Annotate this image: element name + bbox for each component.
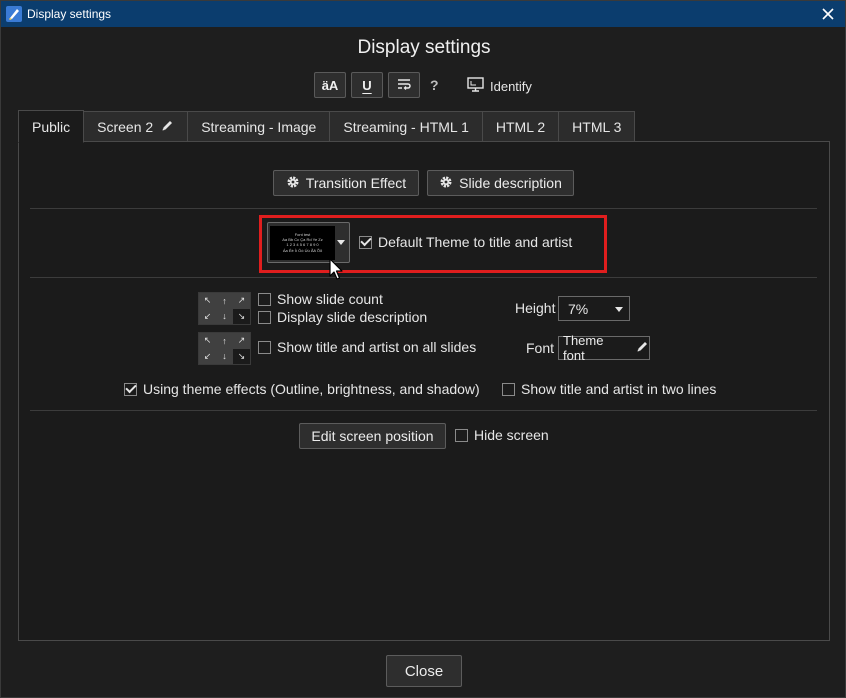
divider <box>30 410 817 411</box>
using-theme-effects-checkbox[interactable]: Using theme effects (Outline, brightness… <box>124 381 480 397</box>
checkbox-box[interactable] <box>502 382 515 396</box>
arrow-down-right-icon[interactable]: ↘ <box>233 308 250 324</box>
arrow-down-icon[interactable]: ↓ <box>216 348 233 364</box>
checkbox-box[interactable] <box>124 382 137 396</box>
height-select[interactable]: 7% <box>558 296 630 321</box>
transition-effect-label: Transition Effect <box>305 175 407 191</box>
slide-count-position-grid[interactable]: ↖ ↑ ↗ ↙ ↓ ↘ <box>198 292 251 325</box>
checkbox-box[interactable] <box>455 428 468 442</box>
edit-screen-position-label: Edit screen position <box>311 428 434 444</box>
identify-button[interactable]: Identify <box>467 77 532 95</box>
mouse-cursor-icon <box>329 258 343 285</box>
title-artist-two-lines-label: Show title and artist in two lines <box>521 381 717 397</box>
identify-label: Identify <box>490 78 532 94</box>
display-settings-window: Display settings Display settings äA U ?… <box>0 0 846 698</box>
checkbox-box[interactable] <box>258 292 271 306</box>
close-window-icon[interactable] <box>817 3 839 25</box>
monitor-icon <box>467 77 484 95</box>
tab-label: Streaming - Image <box>201 118 317 135</box>
tab-label: HTML 3 <box>572 118 622 135</box>
font-label: Font <box>526 340 555 356</box>
gear-icon <box>439 175 453 192</box>
display-slide-description-label: Display slide description <box>277 309 428 325</box>
title-artist-position-grid[interactable]: ↖ ↑ ↗ ↙ ↓ ↘ <box>198 332 251 365</box>
checkbox-box[interactable] <box>258 310 271 324</box>
height-label: Height <box>515 300 556 316</box>
close-button[interactable]: Close <box>386 655 462 687</box>
font-case-button[interactable]: äA <box>314 72 346 98</box>
gear-icon <box>286 175 300 192</box>
title-artist-two-lines-checkbox[interactable]: Show title and artist in two lines <box>502 381 716 397</box>
show-slide-count-checkbox[interactable]: Show slide count <box>258 291 383 307</box>
font-case-label: äA <box>321 77 339 93</box>
help-icon[interactable]: ? <box>430 77 439 93</box>
app-icon <box>6 6 22 22</box>
tab-label: Public <box>32 118 71 135</box>
height-value: 7% <box>568 300 589 317</box>
pencil-icon[interactable] <box>161 119 174 135</box>
title-bar: Display settings <box>1 1 845 27</box>
tab-streaming-html-1[interactable]: Streaming - HTML 1 <box>330 111 483 142</box>
display-slide-description-checkbox[interactable]: Display slide description <box>258 309 427 325</box>
show-title-artist-all-label: Show title and artist on all slides <box>277 339 477 355</box>
font-picker-button[interactable]: Theme font <box>558 333 650 363</box>
tab-screen-2[interactable]: Screen 2 <box>84 111 189 142</box>
checkbox-box[interactable] <box>258 340 271 354</box>
divider <box>30 208 817 209</box>
underline-label: U <box>362 77 372 93</box>
show-slide-count-label: Show slide count <box>277 291 383 307</box>
word-wrap-button[interactable] <box>388 72 420 98</box>
arrow-up-left-icon[interactable]: ↖ <box>199 293 216 309</box>
tab-public[interactable]: Public <box>18 110 85 143</box>
chevron-down-icon <box>615 307 623 312</box>
edit-screen-position-button[interactable]: Edit screen position <box>299 423 446 449</box>
arrow-up-right-icon[interactable]: ↗ <box>233 333 250 349</box>
slide-description-button[interactable]: Slide description <box>427 170 574 196</box>
font-value: Theme font <box>563 333 604 363</box>
tab-label: HTML 2 <box>495 118 546 135</box>
dialog-title: Display settings <box>357 37 491 58</box>
highlight-box <box>259 215 607 273</box>
tab-label: Screen 2 <box>97 118 154 135</box>
arrow-down-left-icon[interactable]: ↙ <box>199 308 216 324</box>
arrow-down-right-icon[interactable]: ↘ <box>233 348 250 364</box>
transition-effect-button[interactable]: Transition Effect <box>273 170 419 196</box>
close-label: Close <box>404 662 444 680</box>
pencil-icon <box>636 340 649 356</box>
divider <box>30 277 817 278</box>
tab-label: Streaming - HTML 1 <box>343 118 469 135</box>
arrow-up-right-icon[interactable]: ↗ <box>233 293 250 309</box>
arrow-up-left-icon[interactable]: ↖ <box>199 333 216 349</box>
using-theme-effects-label: Using theme effects (Outline, brightness… <box>143 381 480 397</box>
tab-html-3[interactable]: HTML 3 <box>559 111 636 142</box>
arrow-up-icon[interactable]: ↑ <box>216 333 233 349</box>
tab-bar: Public Screen 2 Streaming - Image Stream… <box>18 110 636 143</box>
tab-html-2[interactable]: HTML 2 <box>482 111 560 142</box>
show-title-artist-all-checkbox[interactable]: Show title and artist on all slides <box>258 339 476 355</box>
word-wrap-icon <box>396 77 412 94</box>
hide-screen-label: Hide screen <box>474 427 549 443</box>
tab-streaming-image[interactable]: Streaming - Image <box>188 111 331 142</box>
window-title: Display settings <box>27 7 112 21</box>
slide-description-label: Slide description <box>459 175 562 191</box>
arrow-up-icon[interactable]: ↑ <box>216 293 233 309</box>
arrow-down-left-icon[interactable]: ↙ <box>199 348 216 364</box>
arrow-down-icon[interactable]: ↓ <box>216 308 233 324</box>
underline-button[interactable]: U <box>351 72 383 98</box>
hide-screen-checkbox[interactable]: Hide screen <box>455 427 549 443</box>
